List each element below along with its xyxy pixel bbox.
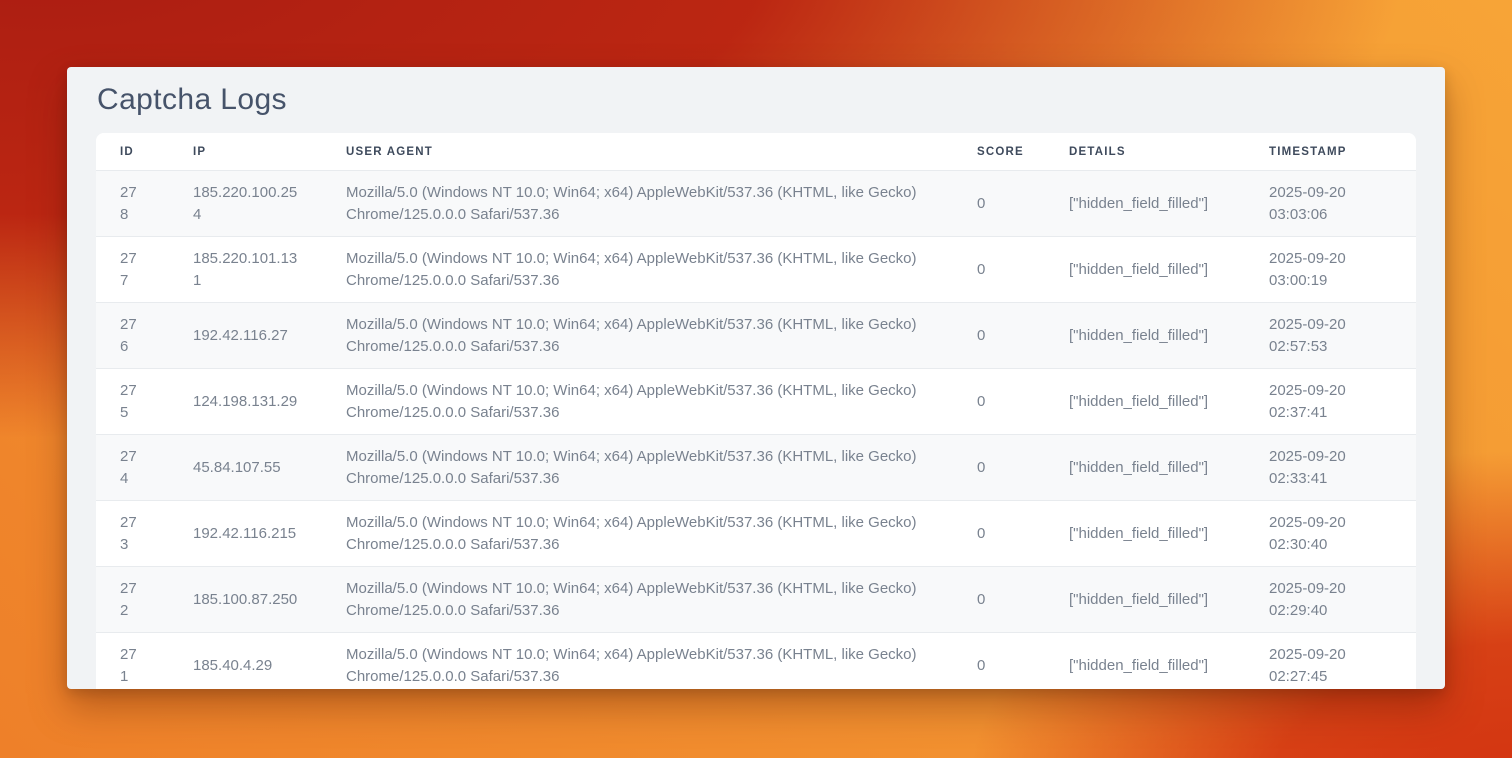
cell-ip: 192.42.116.27 <box>169 303 322 369</box>
cell-id: 278 <box>96 171 169 237</box>
column-header-user-agent: USER AGENT <box>322 133 953 171</box>
cell-details: ["hidden_field_filled"] <box>1045 303 1245 369</box>
cell-user-agent: Mozilla/5.0 (Windows NT 10.0; Win64; x64… <box>322 633 953 690</box>
table-row: 277 185.220.101.131 Mozilla/5.0 (Windows… <box>96 237 1416 303</box>
page-background: { "page": { "title": "Captcha Logs" }, "… <box>0 0 1512 758</box>
cell-score: 0 <box>953 435 1045 501</box>
cell-user-agent: Mozilla/5.0 (Windows NT 10.0; Win64; x64… <box>322 567 953 633</box>
cell-user-agent: Mozilla/5.0 (Windows NT 10.0; Win64; x64… <box>322 237 953 303</box>
cell-score: 0 <box>953 303 1045 369</box>
cell-timestamp: 2025-09-20 02:27:45 <box>1245 633 1416 690</box>
cell-timestamp: 2025-09-20 02:33:41 <box>1245 435 1416 501</box>
cell-timestamp: 2025-09-20 03:03:06 <box>1245 171 1416 237</box>
cell-ip: 185.40.4.29 <box>169 633 322 690</box>
cell-details: ["hidden_field_filled"] <box>1045 567 1245 633</box>
table-row: 278 185.220.100.254 Mozilla/5.0 (Windows… <box>96 171 1416 237</box>
table-row: 273 192.42.116.215 Mozilla/5.0 (Windows … <box>96 501 1416 567</box>
cell-user-agent: Mozilla/5.0 (Windows NT 10.0; Win64; x64… <box>322 501 953 567</box>
cell-details: ["hidden_field_filled"] <box>1045 171 1245 237</box>
cell-details: ["hidden_field_filled"] <box>1045 435 1245 501</box>
cell-score: 0 <box>953 567 1045 633</box>
table-row: 276 192.42.116.27 Mozilla/5.0 (Windows N… <box>96 303 1416 369</box>
table-row: 274 45.84.107.55 Mozilla/5.0 (Windows NT… <box>96 435 1416 501</box>
cell-score: 0 <box>953 237 1045 303</box>
table-row: 275 124.198.131.29 Mozilla/5.0 (Windows … <box>96 369 1416 435</box>
table-row: 271 185.40.4.29 Mozilla/5.0 (Windows NT … <box>96 633 1416 690</box>
cell-id: 275 <box>96 369 169 435</box>
cell-timestamp: 2025-09-20 02:57:53 <box>1245 303 1416 369</box>
cell-user-agent: Mozilla/5.0 (Windows NT 10.0; Win64; x64… <box>322 171 953 237</box>
column-header-score: SCORE <box>953 133 1045 171</box>
cell-details: ["hidden_field_filled"] <box>1045 237 1245 303</box>
cell-timestamp: 2025-09-20 02:37:41 <box>1245 369 1416 435</box>
cell-score: 0 <box>953 501 1045 567</box>
cell-user-agent: Mozilla/5.0 (Windows NT 10.0; Win64; x64… <box>322 435 953 501</box>
table-header-row: ID IP USER AGENT SCORE DETAILS TIMESTAMP <box>96 133 1416 171</box>
captcha-logs-card: Captcha Logs ID IP USER AGENT SCORE DETA… <box>67 67 1445 689</box>
cell-id: 274 <box>96 435 169 501</box>
cell-timestamp: 2025-09-20 02:30:40 <box>1245 501 1416 567</box>
column-header-details: DETAILS <box>1045 133 1245 171</box>
cell-id: 276 <box>96 303 169 369</box>
cell-id: 272 <box>96 567 169 633</box>
column-header-ip: IP <box>169 133 322 171</box>
cell-score: 0 <box>953 369 1045 435</box>
cell-id: 271 <box>96 633 169 690</box>
table-row: 272 185.100.87.250 Mozilla/5.0 (Windows … <box>96 567 1416 633</box>
cell-ip: 185.220.100.254 <box>169 171 322 237</box>
cell-id: 273 <box>96 501 169 567</box>
cell-ip: 185.100.87.250 <box>169 567 322 633</box>
cell-ip: 192.42.116.215 <box>169 501 322 567</box>
cell-user-agent: Mozilla/5.0 (Windows NT 10.0; Win64; x64… <box>322 369 953 435</box>
captcha-logs-table: ID IP USER AGENT SCORE DETAILS TIMESTAMP… <box>96 133 1416 689</box>
cell-score: 0 <box>953 633 1045 690</box>
cell-details: ["hidden_field_filled"] <box>1045 501 1245 567</box>
column-header-id: ID <box>96 133 169 171</box>
column-header-timestamp: TIMESTAMP <box>1245 133 1416 171</box>
cell-id: 277 <box>96 237 169 303</box>
cell-ip: 45.84.107.55 <box>169 435 322 501</box>
cell-details: ["hidden_field_filled"] <box>1045 633 1245 690</box>
cell-ip: 185.220.101.131 <box>169 237 322 303</box>
cell-user-agent: Mozilla/5.0 (Windows NT 10.0; Win64; x64… <box>322 303 953 369</box>
cell-score: 0 <box>953 171 1045 237</box>
cell-details: ["hidden_field_filled"] <box>1045 369 1245 435</box>
cell-ip: 124.198.131.29 <box>169 369 322 435</box>
cell-timestamp: 2025-09-20 03:00:19 <box>1245 237 1416 303</box>
page-title: Captcha Logs <box>97 83 1416 117</box>
cell-timestamp: 2025-09-20 02:29:40 <box>1245 567 1416 633</box>
captcha-logs-table-container: ID IP USER AGENT SCORE DETAILS TIMESTAMP… <box>96 133 1416 689</box>
